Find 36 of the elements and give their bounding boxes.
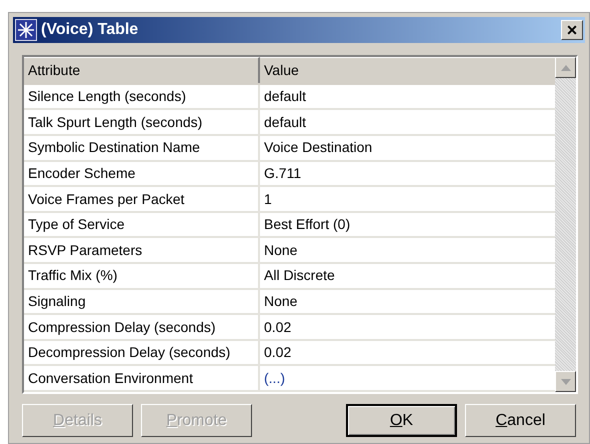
column-header[interactable]: Value [260, 57, 555, 83]
table-cell: Signaling [24, 290, 260, 314]
dialog-button[interactable]: Cancel [465, 404, 576, 437]
table-cell: Symbolic Destination Name [24, 136, 260, 160]
table-cell: Compression Delay (seconds) [24, 315, 260, 339]
table-cell: Encoder Scheme [24, 162, 260, 186]
table-cell[interactable]: None [260, 290, 555, 314]
table-cell[interactable]: None [260, 238, 555, 262]
down-arrow-icon [560, 378, 570, 384]
table-cell[interactable]: default [260, 84, 555, 108]
table-cell[interactable]: (...) [260, 366, 555, 390]
table-cell: RSVP Parameters [24, 238, 260, 262]
up-arrow-icon [560, 64, 570, 70]
app-icon [15, 19, 37, 41]
close-button[interactable]: × [561, 20, 583, 40]
column-header[interactable]: Attribute [24, 57, 260, 83]
dialog-button[interactable]: OK [346, 404, 457, 437]
table-cell[interactable]: 0.02 [260, 315, 555, 339]
table-cell[interactable]: Best Effort (0) [260, 212, 555, 236]
table-cell: Voice Frames per Packet [24, 187, 260, 211]
table-cell: Type of Service [24, 212, 260, 236]
scroll-up-button[interactable] [555, 57, 576, 78]
table-cell[interactable]: 0.02 [260, 340, 555, 364]
table-cell: Silence Length (seconds) [24, 84, 260, 108]
scroll-down-button[interactable] [555, 371, 576, 392]
table-cell: Decompression Delay (seconds) [24, 340, 260, 364]
table-cell: Talk Spurt Length (seconds) [24, 110, 260, 134]
table-cell[interactable]: G.711 [260, 162, 555, 186]
table-cell[interactable]: All Discrete [260, 264, 555, 288]
table-cell: Traffic Mix (%) [24, 264, 260, 288]
scrollbar[interactable] [555, 57, 576, 392]
table-cell[interactable]: default [260, 110, 555, 134]
table-cell[interactable]: Voice Destination [260, 136, 555, 160]
table-cell: Conversation Environment [24, 366, 260, 390]
table-cell[interactable]: 1 [260, 187, 555, 211]
window-title: (Voice) Table [41, 20, 138, 40]
